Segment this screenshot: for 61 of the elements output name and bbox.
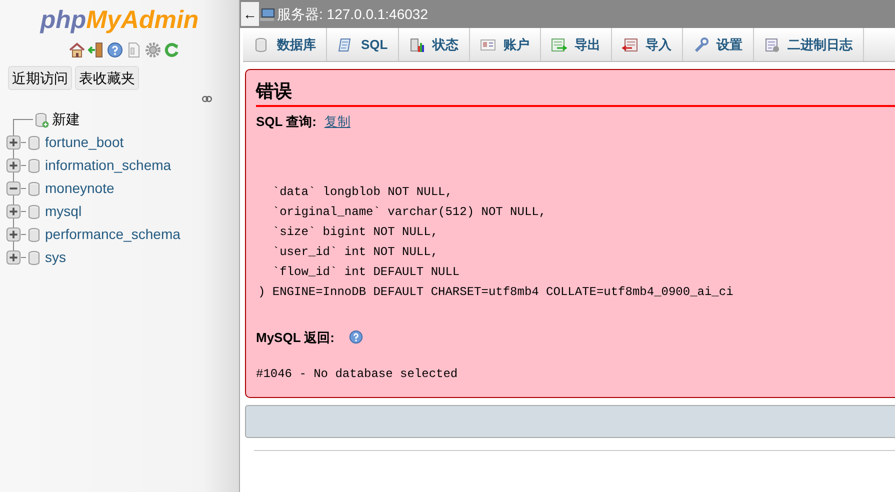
bar-chart-icon [408,36,425,52]
database-icon[interactable] [26,226,42,242]
code-line: `data` longblob NOT NULL, [271,184,452,200]
server-breadcrumb[interactable]: 服务器: 127.0.0.1:46032 [277,4,428,24]
database-icon[interactable] [26,250,42,266]
export-icon [550,36,567,52]
quick-access-button[interactable]: 表收藏夹 [75,66,139,90]
back-button[interactable]: ← [241,2,259,26]
reload-icon[interactable] [164,42,180,58]
log-document-icon [764,36,780,52]
database-link[interactable]: mysql [45,201,82,222]
import-icon [622,36,638,52]
logo-text: MyAdmin [86,5,199,36]
code-line: `flow_id` int DEFAULT NULL [271,264,460,280]
database-link[interactable]: moneynote [45,178,114,199]
copy-link[interactable]: 复制 [324,112,350,132]
expand-icon[interactable] [6,204,21,219]
settings-icon[interactable] [145,42,161,58]
logo-text: php [40,5,86,36]
id-card-icon [480,36,496,52]
code-line: `user_id` int NOT NULL, [271,244,438,260]
collapse-icon[interactable] [6,181,21,196]
home-icon[interactable] [69,42,85,58]
nav-tab[interactable]: 设置 [682,28,754,61]
database-link[interactable]: fortune_boot [45,132,124,153]
quick-access-button[interactable]: 近期访问 [8,66,72,90]
database-link[interactable]: performance_schema [45,224,180,245]
nav-tab[interactable]: 二进制日志 [754,28,864,61]
database-icon[interactable] [26,204,42,220]
expand-icon[interactable] [6,250,21,265]
help-icon[interactable] [107,42,123,58]
nav-tab[interactable]: SQL [327,28,399,61]
database-link[interactable]: 新建 [52,109,80,130]
new-database-icon[interactable] [33,112,49,128]
database-icon[interactable] [26,134,42,150]
wrench-icon [692,36,709,52]
expand-icon[interactable] [6,227,21,242]
database-link[interactable]: information_schema [45,155,172,176]
expand-icon[interactable] [6,158,21,173]
database-icon[interactable] [26,180,42,196]
response-label: MySQL 返回: [256,328,334,347]
error-message: #1046 - No database selected [256,367,458,381]
help-icon[interactable] [348,330,362,344]
query-label: SQL 查询: [256,113,316,131]
code-line: ) ENGINE=InnoDB DEFAULT CHARSET=utf8mb4 COLLATE=utf8mb4_0900_ai_ci [258,284,734,300]
nav-tab[interactable]: 导入 [612,28,683,61]
database-link[interactable]: sys [45,247,66,268]
error-heading: 错误 [256,78,895,107]
link-icon[interactable] [200,94,214,104]
expand-icon[interactable] [6,135,21,150]
server-icon [259,6,275,22]
nav-tab[interactable]: 导出 [540,28,612,61]
nav-tab[interactable]: 状态 [398,28,470,61]
code-line: `original_name` varchar(512) NOT NULL, [271,204,546,220]
exit-door-icon[interactable] [88,42,104,58]
nav-tab[interactable]: 账户 [470,28,541,61]
code-line: `size` bigint NOT NULL, [271,224,438,240]
database-icon [253,36,269,52]
scroll-icon [337,36,353,52]
nav-tab[interactable]: 数据库 [243,28,327,61]
database-icon[interactable] [26,158,42,174]
